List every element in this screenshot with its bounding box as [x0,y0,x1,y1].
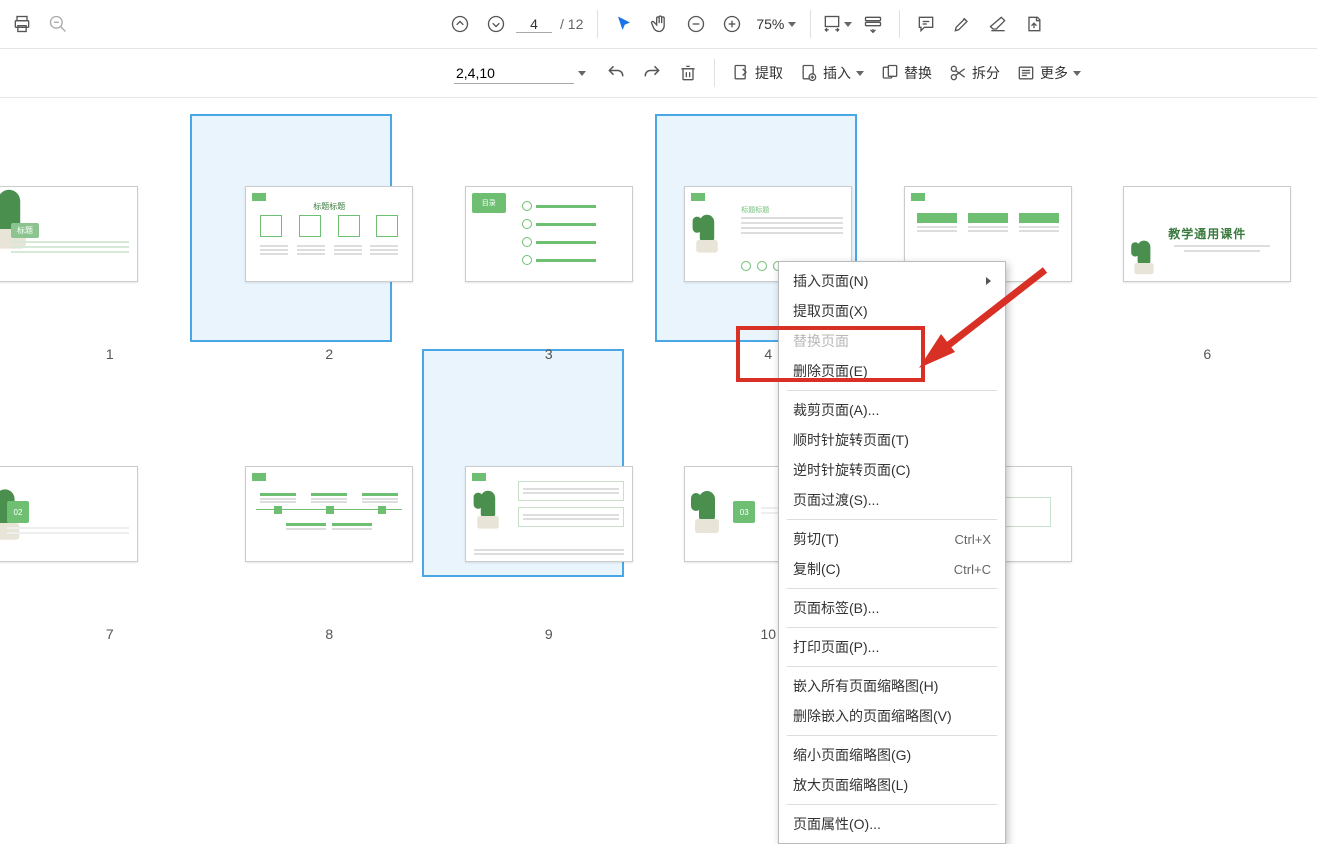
print-icon[interactable] [6,8,38,40]
cm-delete-page[interactable]: 删除页面(E) [779,356,1005,386]
cm-replace-page[interactable]: 替换页面 [779,326,1005,356]
cm-rotate-ccw[interactable]: 逆时针旋转页面(C) [779,455,1005,485]
slide-title: 教学通用课件 [1124,225,1290,242]
thumb-label: 6 [1203,346,1211,362]
cm-embed-all-thumbs[interactable]: 嵌入所有页面缩略图(H) [779,671,1005,701]
thumb-label: 3 [545,346,553,362]
thumb-label: 4 [764,346,772,362]
toolbar-main: / 12 75% [0,0,1317,49]
thumb-page-6[interactable]: 教学通用课件 6 [1098,128,1317,362]
stamp-icon[interactable] [1018,8,1050,40]
cm-shrink-thumbs[interactable]: 缩小页面缩略图(G) [779,740,1005,770]
split-button[interactable]: 拆分 [942,61,1006,85]
extract-button[interactable]: 提取 [725,61,789,85]
eraser-icon[interactable] [982,8,1014,40]
zoom-select[interactable]: 75% [752,14,800,34]
thumb-label: 1 [106,346,114,362]
thumb-page-2[interactable]: 标题标题 2 [220,128,440,362]
cm-rotate-cw[interactable]: 顺时针旋转页面(T) [779,425,1005,455]
cm-extract-page[interactable]: 提取页面(X) [779,296,1005,326]
cm-page-label[interactable]: 页面标签(B)... [779,593,1005,623]
cm-page-transition[interactable]: 页面过渡(S)... [779,485,1005,515]
zoom-in-icon[interactable] [716,8,748,40]
cm-cut[interactable]: 剪切(T)Ctrl+X [779,524,1005,554]
page-number-input[interactable] [516,16,552,33]
thumb-page-3[interactable]: 目录 3 [439,128,659,362]
cm-enlarge-thumbs[interactable]: 放大页面缩略图(L) [779,770,1005,800]
page-up-icon[interactable] [444,8,476,40]
cm-print-page[interactable]: 打印页面(P)... [779,632,1005,662]
pages-range-input[interactable] [454,63,574,84]
thumb-page-12[interactable] [1098,408,1317,642]
zoom-out-magnifier-icon[interactable] [42,8,74,40]
thumb-page-9[interactable]: 9 [439,408,659,642]
page-down-icon[interactable] [480,8,512,40]
thumb-page-8[interactable]: 8 [220,408,440,642]
cm-copy[interactable]: 复制(C)Ctrl+C [779,554,1005,584]
thumbnails-panel: 标题 1 标题标题 [0,98,1317,837]
redo-icon[interactable] [636,57,668,89]
cm-page-props[interactable]: 页面属性(O)... [779,809,1005,839]
page-total: / 12 [556,16,587,32]
hand-tool-icon[interactable] [644,8,676,40]
thumb-label: 8 [325,626,333,642]
zoom-out-icon[interactable] [680,8,712,40]
highlight-icon[interactable] [946,8,978,40]
submenu-arrow-icon [986,277,991,285]
thumb-label: 9 [545,626,553,642]
thumb-label: 7 [106,626,114,642]
comment-icon[interactable] [910,8,942,40]
fit-width-icon[interactable] [821,8,853,40]
insert-button[interactable]: 插入 [793,61,870,85]
reflow-icon[interactable] [857,8,889,40]
shortcut-label: Ctrl+X [955,532,991,547]
more-button[interactable]: 更多 [1010,61,1087,85]
thumb-page-7[interactable]: 02 7 [0,408,220,642]
replace-button[interactable]: 替换 [874,61,938,85]
toolbar-pages: 提取 插入 替换 拆分 更多 [0,49,1317,98]
select-tool-icon[interactable] [608,8,640,40]
thumb-label: 2 [325,346,333,362]
shortcut-label: Ctrl+C [954,562,991,577]
thumb-page-1[interactable]: 标题 1 [0,128,220,362]
cm-remove-embed-thumbs[interactable]: 删除嵌入的页面缩略图(V) [779,701,1005,731]
undo-icon[interactable] [600,57,632,89]
thumb-label: 10 [760,626,776,642]
cm-insert-page[interactable]: 插入页面(N) [779,266,1005,296]
cm-crop-page[interactable]: 裁剪页面(A)... [779,395,1005,425]
delete-icon[interactable] [672,57,704,89]
context-menu: 插入页面(N) 提取页面(X) 替换页面 删除页面(E) 裁剪页面(A)... … [778,261,1006,844]
